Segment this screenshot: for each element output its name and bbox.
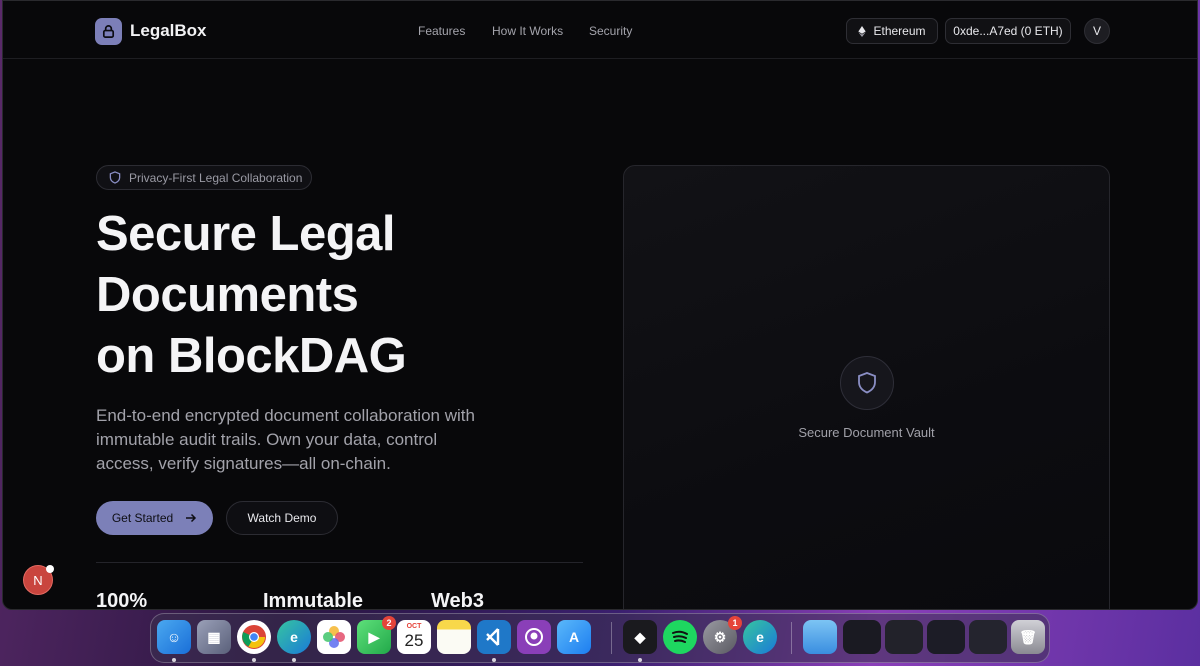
- nav-link-how-it-works[interactable]: How It Works: [492, 24, 563, 38]
- vault-label: Secure Document Vault: [798, 425, 935, 440]
- shield-icon: [840, 356, 894, 410]
- wallet-address: 0xde...A7ed (0 ETH): [953, 24, 1063, 38]
- network-selector[interactable]: Ethereum: [846, 18, 938, 44]
- get-started-button[interactable]: Get Started: [96, 501, 213, 535]
- watch-demo-button[interactable]: Watch Demo: [226, 501, 338, 535]
- edge-icon[interactable]: e: [277, 620, 311, 654]
- running-indicator: [252, 658, 256, 662]
- dock-separator: [791, 622, 792, 654]
- notification-dot: [46, 565, 54, 573]
- notification-badge: 2: [382, 616, 396, 630]
- edge-beta-icon[interactable]: e: [743, 620, 777, 654]
- hero-title: Secure Legal Documents on BlockDAG: [96, 204, 566, 387]
- window-thumbnail[interactable]: [969, 620, 1007, 654]
- trash-icon[interactable]: 🗑: [1011, 620, 1045, 654]
- arrow-right-icon: [186, 513, 197, 523]
- shield-icon: [109, 171, 121, 184]
- ethereum-icon: [858, 25, 867, 37]
- github-icon[interactable]: [517, 620, 551, 654]
- notes-icon[interactable]: [437, 620, 471, 654]
- running-indicator: [172, 658, 176, 662]
- stat-percentage: 100%: [96, 590, 148, 610]
- system-settings-icon[interactable]: ⚙ 1: [703, 616, 742, 654]
- hero-title-line: Secure Legal: [96, 207, 396, 261]
- running-indicator: [492, 658, 496, 662]
- nav-link-security[interactable]: Security: [589, 24, 632, 38]
- calendar-month: OCT: [406, 623, 422, 630]
- get-started-label: Get Started: [111, 511, 174, 525]
- app-store-icon[interactable]: A: [557, 620, 591, 654]
- badge-label: Privacy-First Legal Collaboration: [129, 170, 303, 185]
- nav-link-features[interactable]: Features: [418, 24, 465, 38]
- top-navbar: LegalBox Features How It Works Security …: [3, 1, 1197, 59]
- browser-window: LegalBox Features How It Works Security …: [2, 0, 1198, 610]
- stat-web3: Web3: [431, 590, 484, 610]
- folder-icon[interactable]: [803, 620, 837, 654]
- wallet-button[interactable]: 0xde...A7ed (0 ETH): [945, 18, 1071, 44]
- hero-title-line: Documents: [96, 268, 359, 322]
- cube-app-icon[interactable]: ◆: [623, 620, 657, 654]
- vscode-icon[interactable]: [477, 620, 511, 654]
- spotify-icon[interactable]: [663, 620, 697, 654]
- calendar-day: 25: [404, 631, 424, 650]
- hero-description: End-to-end encrypted document collaborat…: [96, 406, 475, 473]
- window-thumbnail[interactable]: [885, 620, 923, 654]
- hero-title-line: on BlockDAG: [96, 329, 407, 383]
- chrome-icon[interactable]: [237, 620, 271, 654]
- privacy-badge: Privacy-First Legal Collaboration: [96, 165, 312, 190]
- running-indicator: [638, 658, 642, 662]
- user-avatar[interactable]: V: [1084, 18, 1110, 44]
- network-label: Ethereum: [873, 24, 926, 38]
- macos-dock: ☺ ▦ e ▶ 2 OCT 25 A ◆ ⚙ 1 e 🗑: [150, 613, 1050, 663]
- window-thumbnail[interactable]: [843, 620, 881, 654]
- finder-icon[interactable]: ☺: [157, 620, 191, 654]
- photos-icon[interactable]: [317, 620, 351, 654]
- stat-immutable: Immutable: [263, 590, 364, 610]
- lock-logo-icon[interactable]: [95, 18, 122, 45]
- document-vault-card: Secure Document Vault: [623, 165, 1110, 609]
- brand-name[interactable]: LegalBox: [130, 21, 207, 41]
- notification-badge: 1: [728, 616, 742, 630]
- section-divider: [96, 562, 583, 563]
- dock-separator: [611, 622, 612, 654]
- running-indicator: [292, 658, 296, 662]
- facetime-icon[interactable]: ▶ 2: [357, 616, 396, 654]
- launchpad-icon[interactable]: ▦: [197, 620, 231, 654]
- calendar-icon[interactable]: OCT 25: [397, 620, 431, 654]
- window-thumbnail[interactable]: [927, 620, 965, 654]
